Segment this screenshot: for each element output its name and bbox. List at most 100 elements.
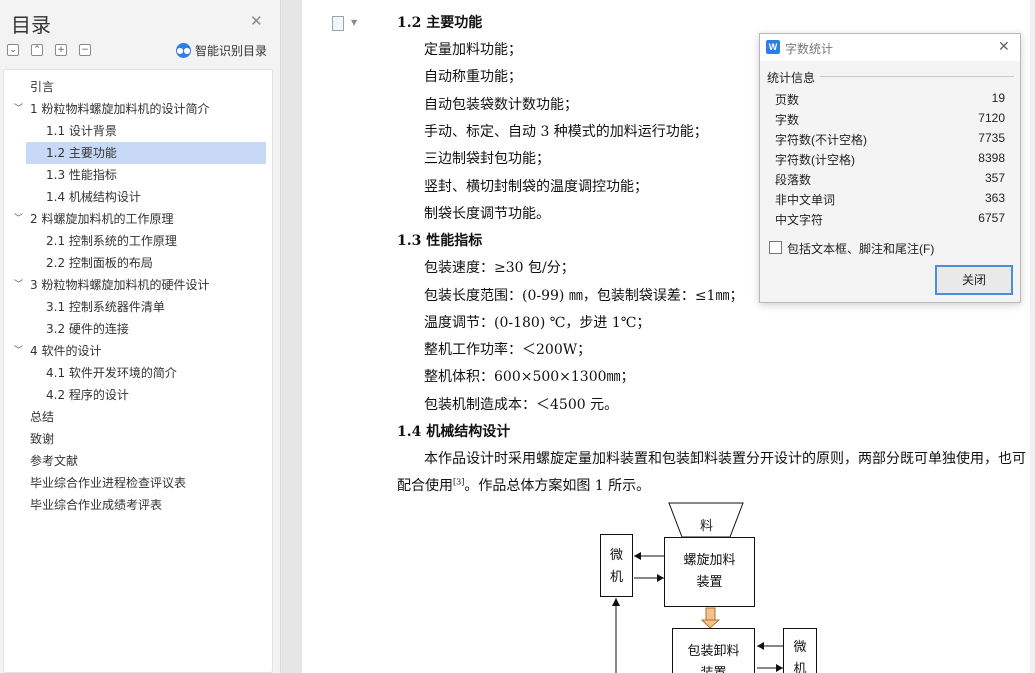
ai-icon: ●● [176,43,191,58]
remove-heading-icon[interactable]: − [79,44,91,56]
smart-toc-label: 智能识别目录 [195,44,268,58]
arrowhead [657,574,664,582]
toc-item[interactable]: 3.1 控制系统器件清单 [4,296,272,318]
toc-item-label: 2.1 控制系统的工作原理 [46,234,177,248]
packer-box: 包装卸料 装置 [672,628,755,673]
toc-item[interactable]: 4.1 软件开发环境的简介 [4,362,272,384]
stat-row: 字数 7120 [775,109,1005,129]
feeder-text: 螺旋加料 [683,553,736,568]
close-icon[interactable]: ✕ [250,14,263,29]
arrowhead [776,664,783,672]
packer-text: 装置 [673,663,754,673]
stats-section-title: 统计信息 [767,71,816,85]
stat-value: 8398 [978,151,1005,165]
toc-item[interactable]: 1.1 设计背景 [4,120,272,142]
stat-row: 非中文单词 363 [775,189,1005,209]
toc-item-label: 总结 [30,410,55,424]
stat-row: 字符数(计空格) 8398 [775,149,1005,169]
toc-title: 目录 [11,13,51,37]
close-icon[interactable]: ✕ [998,38,1010,55]
toc-item-label: 毕业综合作业进程检查评议表 [30,476,187,490]
chevron-down-icon[interactable]: ﹀ [14,208,23,230]
toc-item[interactable]: ﹀ 4 软件的设计 [4,340,272,362]
include-textbox-checkbox[interactable] [769,241,782,254]
flow-arrow-body [705,607,716,621]
toc-item-label: 3.2 硬件的连接 [46,322,129,336]
close-button[interactable]: 关闭 [935,265,1013,295]
toc-item-label: 1.4 机械结构设计 [46,190,141,204]
wps-logo-icon: W [766,40,780,54]
micro2-text: 机 [793,662,807,673]
hopper-label: 料 [700,519,714,534]
toc-item[interactable]: 1.3 性能指标 [4,164,272,186]
stat-value: 357 [984,171,1005,185]
toc-item[interactable]: ﹀ 2 料螺旋加料机的工作原理 [4,208,272,230]
toc-item-label: 参考文献 [30,454,79,468]
micro-box-2: 微 机 [783,628,817,673]
collapse-all-icon[interactable]: ⌄ [7,44,19,56]
add-heading-icon[interactable]: + [55,44,67,56]
dialog-title: 字数统计 [785,42,834,56]
scrollbar[interactable] [1030,0,1035,673]
toc-item[interactable]: 4.2 程序的设计 [4,384,272,406]
divider [820,76,1014,77]
stat-row: 中文字符 6757 [775,209,1005,229]
toc-item[interactable]: 参考文献 [4,450,272,472]
expand-all-icon[interactable]: ⌃ [31,44,43,56]
micro1-text: 微 [609,548,623,563]
arrowhead [612,598,620,606]
toc-item[interactable]: 2.1 控制系统的工作原理 [4,230,272,252]
toc-item-label: 1.2 主要功能 [46,146,117,160]
toc-item[interactable]: 致谢 [4,428,272,450]
toc-item-label: 致谢 [30,432,55,446]
toc-item[interactable]: 引言 [4,76,272,98]
toc-item-label: 4.1 软件开发环境的简介 [46,366,177,380]
stat-label: 字数 [775,113,800,127]
toc-item[interactable]: 总结 [4,406,272,428]
toc-item-label: 毕业综合作业成绩考评表 [30,498,163,512]
include-textbox-label[interactable]: 包括文本框、脚注和尾注(F) [787,240,934,257]
toc-item[interactable]: 毕业综合作业进程检查评议表 [4,472,272,494]
toc-item-label: 4.2 程序的设计 [46,388,129,402]
stat-row: 页数 19 [775,89,1005,109]
toc-item[interactable]: 毕业综合作业成绩考评表 [4,494,272,516]
flow-arrow-head [700,619,721,629]
toc-item-label: 2.2 控制面板的布局 [46,256,153,270]
toc-item[interactable]: 3.2 硬件的连接 [4,318,272,340]
toc-item[interactable]: 2.2 控制面板的布局 [4,252,272,274]
stat-value: 6757 [978,211,1005,225]
toc-item-label: 1.3 性能指标 [46,168,117,182]
stat-label: 页数 [775,93,800,107]
arrowhead [757,642,764,650]
toc-item[interactable]: 1.2 主要功能 [4,142,272,164]
chevron-down-icon[interactable]: ﹀ [14,274,23,296]
toc-item-label: 引言 [30,80,55,94]
toc-item-label: 1.1 设计背景 [46,124,117,138]
feeder-box: 螺旋加料 装置 [664,537,755,607]
toc-item[interactable]: ﹀ 3 粉粒物料螺旋加料机的硬件设计 [4,274,272,296]
toc-item[interactable]: ﹀ 1 粉粒物料螺旋加料机的设计简介 [4,98,272,120]
toc-item-label: 1 粉粒物料螺旋加料机的设计简介 [30,102,210,116]
micro1-text: 机 [609,570,623,585]
stat-label: 中文字符 [775,213,824,227]
stat-value: 363 [984,191,1005,205]
toc-item-label: 2 料螺旋加料机的工作原理 [30,212,174,226]
smart-toc-button[interactable]: ●● 智能识别目录 [176,42,267,59]
arrowhead [634,552,641,560]
document-gutter [282,0,302,673]
stat-label: 字符数(不计空格) [775,133,867,147]
dialog-titlebar[interactable]: W 字数统计 ✕ [760,34,1020,61]
chevron-down-icon[interactable]: ﹀ [14,98,23,120]
stat-value: 7735 [978,131,1005,145]
toc-item-label: 3 粉粒物料螺旋加料机的硬件设计 [30,278,210,292]
toc-panel: 目录 ✕ ⌄ ⌃ + − ●● 智能识别目录 引言 ﹀ 1 粉粒物料螺旋加料机的设计… [0,0,281,673]
chevron-down-icon[interactable]: ﹀ [14,340,23,362]
packer-text: 包装卸料 [687,644,740,659]
stat-label: 段落数 [775,173,812,187]
toc-item-label: 3.1 控制系统器件清单 [46,300,165,314]
stat-label: 非中文单词 [775,193,836,207]
stat-row: 字符数(不计空格) 7735 [775,129,1005,149]
toc-item[interactable]: 1.4 机械结构设计 [4,186,272,208]
toc-item-label: 4 软件的设计 [30,344,102,358]
stat-value: 7120 [978,111,1005,125]
